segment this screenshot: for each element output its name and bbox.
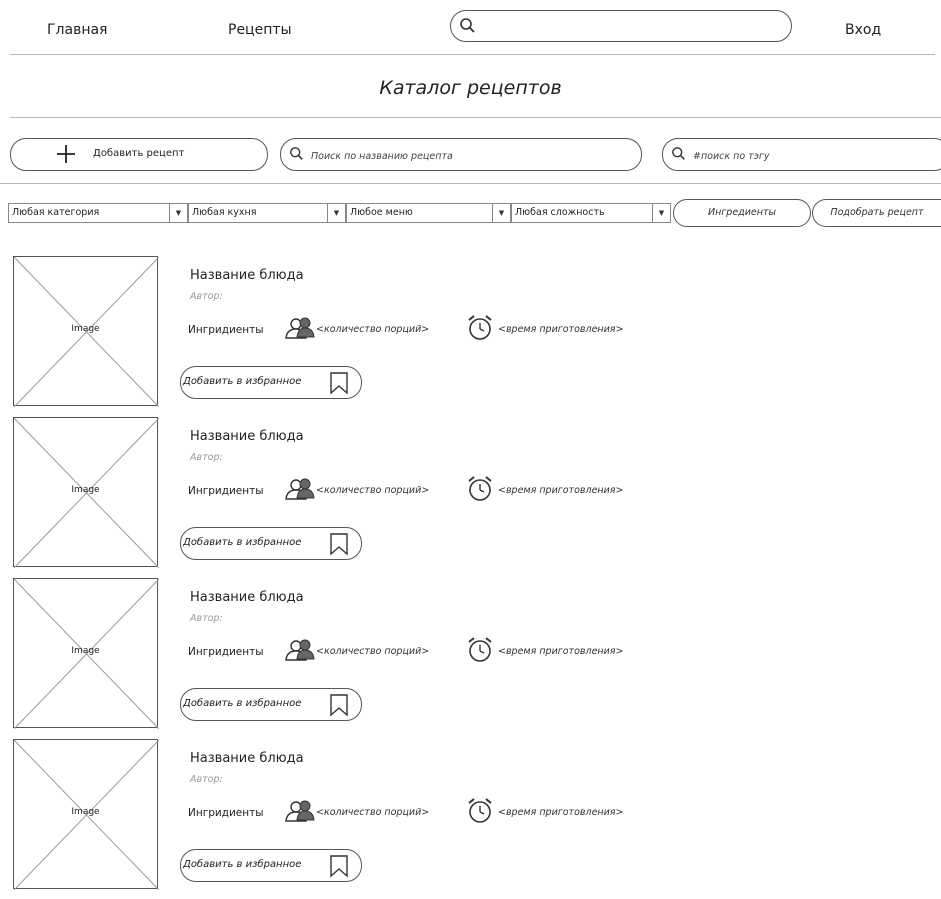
- category-select[interactable]: Любая категория ▼: [8, 203, 188, 223]
- ingredients-link[interactable]: Ингридиенты: [188, 324, 264, 336]
- alarm-clock-icon: [468, 476, 492, 501]
- add-to-favorites-button[interactable]: Добавить в избранное: [180, 688, 362, 721]
- dish-name[interactable]: Название блюда: [190, 268, 304, 283]
- plus-icon: [57, 145, 75, 163]
- recipe-author: Автор:: [190, 291, 223, 302]
- people-icon: [285, 800, 315, 822]
- search-icon: [290, 147, 303, 160]
- alarm-clock-icon: [468, 798, 492, 823]
- dish-name[interactable]: Название блюда: [190, 590, 304, 605]
- tag-search-field[interactable]: [662, 138, 941, 171]
- recipe-name-search-input[interactable]: [309, 146, 619, 166]
- recipe-author: Автор:: [190, 452, 223, 463]
- chevron-down-icon: ▼: [652, 204, 670, 222]
- login-link[interactable]: Вход: [845, 22, 881, 38]
- add-recipe-label: Добавить рецепт: [93, 148, 185, 159]
- recipe-author: Автор:: [190, 613, 223, 624]
- chevron-down-icon: ▼: [492, 204, 510, 222]
- alarm-clock-icon: [468, 637, 492, 662]
- ingredients-link[interactable]: Ингридиенты: [188, 807, 264, 819]
- portions-count: <количество порций>: [316, 807, 430, 818]
- add-to-favorites-label: Добавить в избранное: [183, 537, 302, 548]
- portions-count: <количество порций>: [316, 646, 430, 657]
- difficulty-select-value: Любая сложность: [515, 207, 605, 218]
- chevron-down-icon: ▼: [327, 204, 345, 222]
- search-icon: [460, 18, 475, 33]
- tag-search-input[interactable]: [691, 146, 939, 166]
- add-recipe-button[interactable]: Добавить рецепт: [10, 138, 268, 171]
- recipe-image-placeholder[interactable]: Image: [13, 739, 159, 890]
- portions-count: <количество порций>: [316, 324, 430, 335]
- recipe-card: Image Название блюда Автор: Ингридиенты …: [0, 256, 941, 416]
- nav-link-recipes[interactable]: Рецепты: [228, 22, 292, 38]
- cooking-time: <время приготовления>: [498, 485, 624, 496]
- recipe-image-placeholder[interactable]: Image: [13, 256, 159, 407]
- add-to-favorites-button[interactable]: Добавить в избранное: [180, 527, 362, 560]
- recipe-card: Image Название блюда Автор: Ингридиенты …: [0, 578, 941, 738]
- dish-name[interactable]: Название блюда: [190, 429, 304, 444]
- dish-name[interactable]: Название блюда: [190, 751, 304, 766]
- menu-select-value: Любое меню: [350, 207, 413, 218]
- image-label: Image: [71, 324, 100, 334]
- image-label: Image: [71, 485, 100, 495]
- add-to-favorites-label: Добавить в избранное: [183, 376, 302, 387]
- cuisine-select-value: Любая кухня: [192, 207, 257, 218]
- nav-link-home[interactable]: Главная: [47, 22, 107, 38]
- bookmark-icon: [330, 855, 348, 878]
- add-to-favorites-label: Добавить в избранное: [183, 698, 302, 709]
- people-icon: [285, 639, 315, 661]
- add-to-favorites-label: Добавить в избранное: [183, 859, 302, 870]
- people-icon: [285, 317, 315, 339]
- alarm-clock-icon: [468, 315, 492, 340]
- ingredients-link[interactable]: Ингридиенты: [188, 646, 264, 658]
- recipe-image-placeholder[interactable]: Image: [13, 417, 159, 568]
- toolbar-divider: [0, 183, 941, 184]
- add-to-favorites-button[interactable]: Добавить в избранное: [180, 849, 362, 882]
- cooking-time: <время приготовления>: [498, 807, 624, 818]
- image-label: Image: [71, 807, 100, 817]
- people-icon: [285, 478, 315, 500]
- header-divider: [10, 54, 935, 55]
- add-to-favorites-button[interactable]: Добавить в избранное: [180, 366, 362, 399]
- recipe-image-placeholder[interactable]: Image: [13, 578, 159, 729]
- image-label: Image: [71, 646, 100, 656]
- bookmark-icon: [330, 694, 348, 717]
- cooking-time: <время приготовления>: [498, 646, 624, 657]
- ingredients-link[interactable]: Ингридиенты: [188, 485, 264, 497]
- header-search-input[interactable]: [481, 15, 785, 39]
- cuisine-select[interactable]: Любая кухня ▼: [188, 203, 346, 223]
- recipe-card: Image Название блюда Автор: Ингридиенты …: [0, 739, 941, 899]
- cooking-time: <время приготовления>: [498, 324, 624, 335]
- portions-count: <количество порций>: [316, 485, 430, 496]
- recipe-card: Image Название блюда Автор: Ингридиенты …: [0, 417, 941, 577]
- pick-recipe-button[interactable]: Подобрать рецепт: [812, 199, 941, 227]
- bookmark-icon: [330, 372, 348, 395]
- ingredients-filter-button[interactable]: Ингредиенты: [673, 199, 811, 227]
- category-select-value: Любая категория: [12, 207, 100, 218]
- page-title: Каталог рецептов: [379, 77, 562, 99]
- bookmark-icon: [330, 533, 348, 556]
- title-divider: [10, 117, 941, 118]
- difficulty-select[interactable]: Любая сложность ▼: [511, 203, 671, 223]
- search-icon: [672, 147, 685, 160]
- recipe-name-search-field[interactable]: [280, 138, 642, 171]
- header-search-field[interactable]: [450, 10, 792, 42]
- menu-select[interactable]: Любое меню ▼: [346, 203, 511, 223]
- recipe-author: Автор:: [190, 774, 223, 785]
- chevron-down-icon: ▼: [169, 204, 187, 222]
